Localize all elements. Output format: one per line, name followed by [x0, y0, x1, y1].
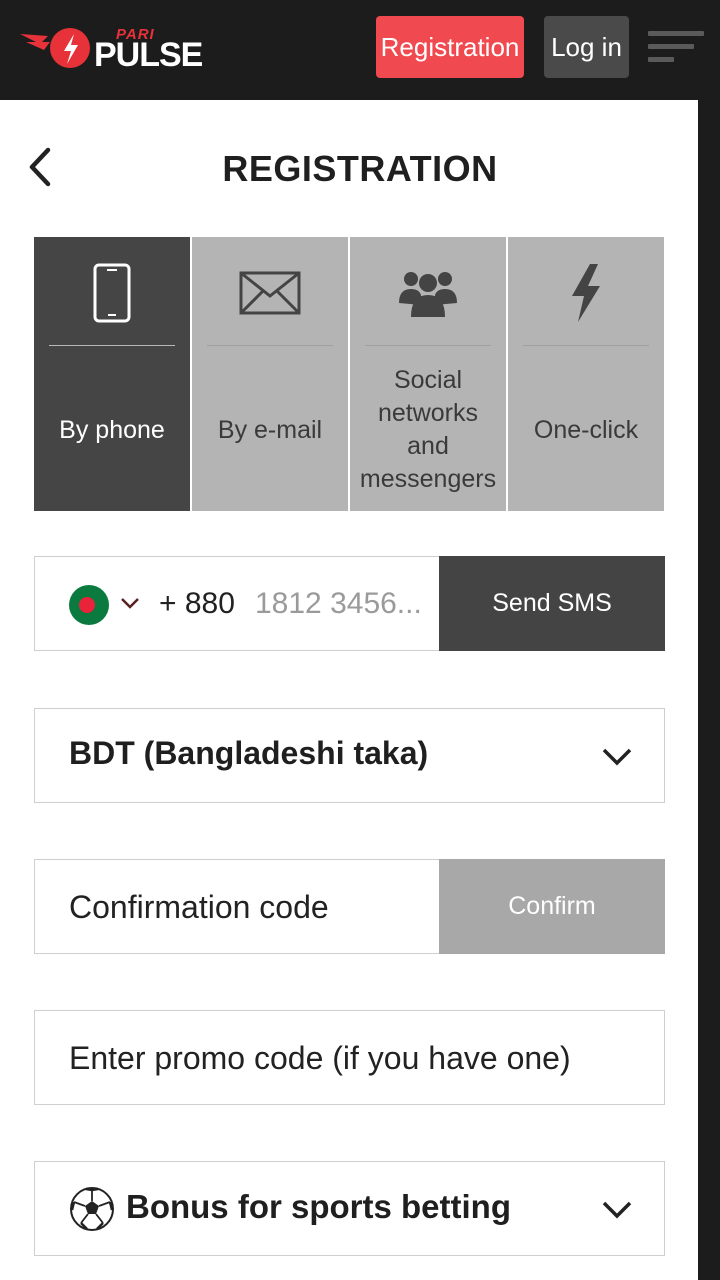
top-header: PARI PULSE Registration Log in	[0, 0, 720, 100]
registration-method-tabs: By phone By e-mail Social networks and m…	[34, 237, 664, 511]
tab-label: Social networks and messengers	[359, 366, 497, 493]
send-sms-button[interactable]: Send SMS	[439, 556, 665, 651]
chevron-down-icon[interactable]	[119, 595, 141, 611]
chevron-down-icon	[602, 1201, 632, 1219]
soccer-ball-icon	[70, 1187, 114, 1231]
confirmation-field: Confirm	[34, 859, 665, 954]
confirm-button[interactable]: Confirm	[439, 859, 665, 954]
registration-button[interactable]: Registration	[376, 16, 524, 78]
currency-select[interactable]: BDT (Bangladeshi taka)	[34, 708, 665, 803]
bonus-label: Bonus for sports betting	[126, 1188, 511, 1225]
tab-social-networks[interactable]: Social networks and messengers	[350, 237, 506, 511]
currency-value: BDT (Bangladeshi taka)	[69, 735, 429, 771]
logo-pulse-text: PULSE	[94, 36, 203, 74]
phone-icon	[93, 263, 131, 323]
logo-wing-icon	[20, 28, 90, 68]
tab-by-phone[interactable]: By phone	[34, 237, 190, 511]
menu-icon[interactable]	[648, 31, 704, 65]
promo-field	[34, 1010, 665, 1105]
envelope-icon	[239, 271, 301, 315]
phone-number-input[interactable]	[255, 579, 435, 629]
promo-code-input[interactable]	[69, 1031, 649, 1085]
tab-label: By e-mail	[217, 415, 323, 444]
tab-label: One-click	[533, 415, 639, 444]
registration-panel: REGISTRATION By phone By e-mail Social n…	[0, 100, 698, 1280]
dial-code: + 880	[159, 587, 235, 620]
people-icon	[399, 272, 457, 317]
page-title: REGISTRATION	[222, 148, 498, 189]
bangladesh-flag-icon[interactable]	[69, 585, 109, 625]
chevron-down-icon	[602, 748, 632, 766]
tab-label: By phone	[59, 415, 165, 444]
phone-field: + 880 Send SMS	[34, 556, 665, 651]
lightning-icon	[572, 264, 600, 322]
tab-one-click[interactable]: One-click	[508, 237, 664, 511]
login-button[interactable]: Log in	[544, 16, 629, 78]
confirmation-code-input[interactable]	[69, 880, 429, 934]
logo[interactable]: PARI PULSE	[18, 24, 218, 74]
tab-by-email[interactable]: By e-mail	[192, 237, 348, 511]
bonus-select[interactable]: Bonus for sports betting	[34, 1161, 665, 1256]
